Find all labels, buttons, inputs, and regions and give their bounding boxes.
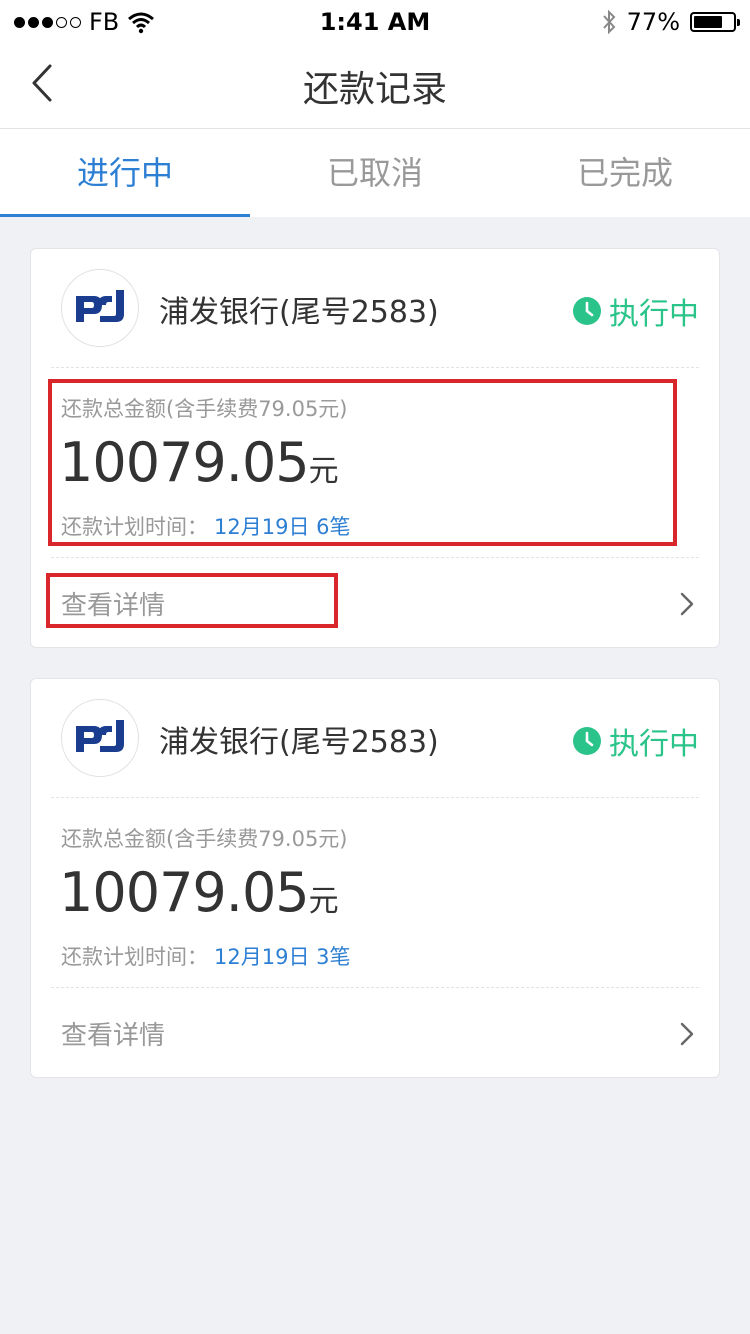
view-details-link[interactable]: 查看详情 bbox=[61, 1015, 165, 1052]
status-badge: 执行中 bbox=[573, 719, 699, 763]
card-header: 浦发银行(尾号2583) 执行中 bbox=[31, 249, 719, 367]
bank-logo-icon bbox=[61, 699, 139, 777]
divider bbox=[51, 797, 699, 798]
divider bbox=[51, 557, 699, 558]
status-text: 执行中 bbox=[609, 297, 699, 332]
bluetooth-icon bbox=[602, 10, 616, 34]
bank-name: 浦发银行(尾号2583) bbox=[159, 725, 439, 760]
amount-number: 10079.05 bbox=[59, 861, 310, 924]
bank-name: 浦发银行(尾号2583) bbox=[159, 295, 439, 330]
status-badge: 执行中 bbox=[573, 289, 699, 333]
battery-icon bbox=[690, 12, 740, 32]
amount-value: 10079.05元 bbox=[59, 431, 339, 494]
plan-value: 12月19日 6笔 bbox=[214, 515, 351, 539]
clock-icon bbox=[573, 297, 601, 325]
view-details-link[interactable]: 查看详情 bbox=[61, 585, 165, 622]
amount-label: 还款总金额(含手续费79.05元) bbox=[61, 397, 348, 421]
plan-value: 12月19日 3笔 bbox=[214, 945, 351, 969]
divider bbox=[51, 367, 699, 368]
status-bar: FB 1:41 AM 77% bbox=[0, 0, 750, 40]
status-bar-right: 77% bbox=[601, 8, 740, 36]
tab-bar: 进行中 已取消 已完成 bbox=[0, 129, 750, 217]
amount-unit: 元 bbox=[308, 884, 339, 919]
page-title: 还款记录 bbox=[302, 69, 447, 110]
repayment-record-card: 浦发银行(尾号2583) 执行中 还款总金额(含手续费79.05元) 10079… bbox=[30, 678, 720, 1078]
chevron-right-icon[interactable] bbox=[679, 591, 695, 617]
card-header: 浦发银行(尾号2583) 执行中 bbox=[31, 679, 719, 797]
repayment-record-card: 浦发银行(尾号2583) 执行中 还款总金额(含手续费79.05元) 10079… bbox=[30, 248, 720, 648]
plan-time: 还款计划时间： 12月19日 6笔 bbox=[61, 511, 350, 541]
nav-bar: 还款记录 bbox=[0, 40, 750, 129]
plan-label: 还款计划时间： bbox=[61, 515, 208, 539]
plan-time: 还款计划时间： 12月19日 3笔 bbox=[61, 941, 350, 971]
plan-label: 还款计划时间： bbox=[61, 945, 208, 969]
chevron-right-icon[interactable] bbox=[679, 1021, 695, 1047]
clock-icon bbox=[573, 727, 601, 755]
amount-label: 还款总金额(含手续费79.05元) bbox=[61, 827, 348, 851]
divider bbox=[51, 987, 699, 988]
amount-value: 10079.05元 bbox=[59, 861, 339, 924]
tab-in-progress[interactable]: 进行中 bbox=[0, 129, 250, 217]
amount-unit: 元 bbox=[308, 454, 339, 489]
tab-completed[interactable]: 已完成 bbox=[500, 129, 750, 217]
bank-logo-icon bbox=[61, 269, 139, 347]
amount-number: 10079.05 bbox=[59, 431, 310, 494]
battery-percent: 77% bbox=[626, 8, 680, 36]
tab-cancelled[interactable]: 已取消 bbox=[250, 129, 500, 217]
status-text: 执行中 bbox=[609, 727, 699, 762]
